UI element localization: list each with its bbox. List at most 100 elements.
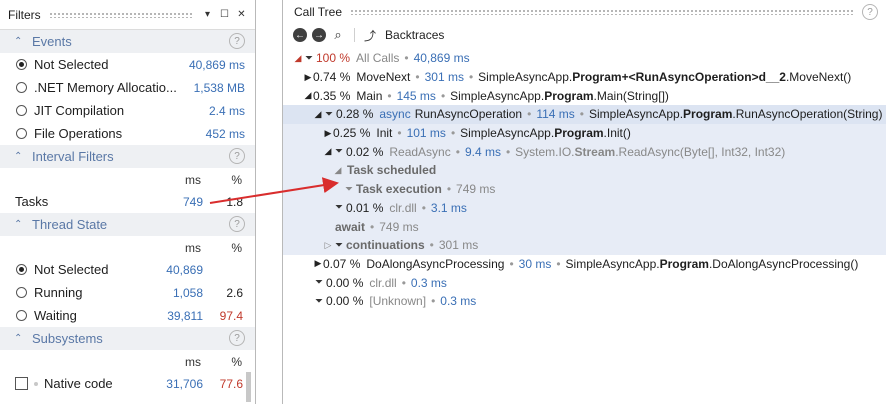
tree-row-continuations[interactable]: ▷ ⏷ continuations • 301 ms xyxy=(283,235,886,255)
section-thread-state[interactable]: ⌃ Thread State ? xyxy=(0,213,255,236)
backtraces-button[interactable]: Backtraces xyxy=(385,28,444,42)
expand-toggle-icon[interactable]: ▶ xyxy=(313,258,323,269)
filter-ms-value: 39,811 xyxy=(167,308,203,323)
tree-row-read-async[interactable]: ◢ ⏷ 0.02 % ReadAsync • 9.4 ms • System.I… xyxy=(283,142,886,162)
close-icon[interactable]: ✕ xyxy=(236,9,247,20)
backtraces-icon[interactable]: ⤴ xyxy=(364,27,376,44)
row-name: [Unknown] xyxy=(369,294,427,309)
expand-toggle-icon[interactable]: ▶ xyxy=(303,72,313,83)
search-icon[interactable]: ⌕ xyxy=(331,27,345,43)
filter-event-memory[interactable]: .NET Memory Allocatio... 1,538 MB xyxy=(0,76,255,99)
section-events[interactable]: ⌃ Events ? xyxy=(0,30,255,53)
filter-event-jit[interactable]: JIT Compilation 2.4 ms xyxy=(0,99,255,122)
help-icon[interactable]: ? xyxy=(229,33,245,49)
row-name: ReadAsync xyxy=(389,144,451,159)
filter-native-code[interactable]: Native code 31,706 77.6 xyxy=(0,372,255,395)
call-tree-title: Call Tree xyxy=(294,5,343,19)
expand-toggle-icon[interactable]: ◢ xyxy=(313,109,323,120)
maximize-icon[interactable]: ☐ xyxy=(219,9,230,20)
chevron-up-icon[interactable]: ⌃ xyxy=(14,151,32,162)
filter-thread-running[interactable]: Running 1,058 2.6 xyxy=(0,281,255,304)
filter-event-file-ops[interactable]: File Operations 452 ms xyxy=(0,122,255,145)
row-time: 30 ms xyxy=(518,256,552,271)
tree-row-unknown[interactable]: ⏷ 0.00 % [Unknown] • 0.3 ms xyxy=(283,292,886,311)
checkbox[interactable] xyxy=(15,377,28,390)
tree-row-movenext[interactable]: ▶ 0.74 % MoveNext • 301 ms • SimpleAsync… xyxy=(283,68,886,87)
tree-row-clr-dll-2[interactable]: ⏷ 0.00 % clr.dll • 0.3 ms xyxy=(283,273,886,292)
call-tree-toolbar: ← → ⌕ ⤴ Backtraces xyxy=(283,24,886,46)
expand-toggle-icon[interactable]: ◢ xyxy=(323,146,333,157)
row-keyword: async xyxy=(379,107,411,122)
chevron-up-icon[interactable]: ⌃ xyxy=(14,36,32,47)
bullet-icon xyxy=(34,381,38,386)
row-percent: 0.25 % xyxy=(333,126,371,141)
filter-tasks[interactable]: Tasks 749 1.8 xyxy=(0,190,255,213)
expand-toggle-icon[interactable]: ◢ xyxy=(303,90,313,101)
expand-toggle-icon[interactable]: ▷ xyxy=(323,240,333,251)
chevron-up-icon[interactable]: ⌃ xyxy=(14,333,32,344)
expand-toggle-icon[interactable]: ◢ xyxy=(293,53,303,64)
filter-label: Running xyxy=(34,285,83,300)
help-icon[interactable]: ? xyxy=(229,330,245,346)
row-separator: • xyxy=(404,51,409,66)
forward-icon[interactable]: → xyxy=(312,28,326,42)
section-subsystems[interactable]: ⌃ Subsystems ? xyxy=(0,327,255,350)
help-icon[interactable]: ? xyxy=(229,216,245,232)
row-separator: • xyxy=(579,107,584,122)
filter-pct-value: 77.6 xyxy=(219,376,243,391)
radio-button[interactable] xyxy=(16,59,27,70)
radio-button[interactable] xyxy=(16,82,27,93)
row-method: SimpleAsyncApp.Program.Main(String[]) xyxy=(450,88,669,103)
help-icon[interactable]: ? xyxy=(862,4,878,20)
drag-grip[interactable] xyxy=(48,11,194,18)
row-method: SimpleAsyncApp.Program+<RunAsyncOperatio… xyxy=(478,70,852,85)
expand-toggle-icon[interactable]: ▶ xyxy=(323,128,333,139)
row-separator: • xyxy=(415,70,420,85)
tree-row-await[interactable]: await • 749 ms xyxy=(283,217,886,236)
filter-pct-value: 2.6 xyxy=(226,285,243,300)
row-method: System.IO.Stream.ReadAsync(Byte[], Int32… xyxy=(515,144,786,159)
row-separator: • xyxy=(387,88,392,103)
tree-row-do-along-async[interactable]: ▶ 0.07 % DoAlongAsyncProcessing • 30 ms … xyxy=(283,255,886,274)
help-icon[interactable]: ? xyxy=(229,148,245,164)
funnel-icon: ⏷ xyxy=(345,183,353,195)
tree-row-init[interactable]: ▶ 0.25 % Init • 101 ms • SimpleAsyncApp.… xyxy=(283,123,886,143)
tree-row-main[interactable]: ◢ 0.35 % Main • 145 ms • SimpleAsyncApp.… xyxy=(283,86,886,105)
row-separator: • xyxy=(446,182,452,197)
tree-row-all-calls[interactable]: ◢ ⏷ 100 % All Calls • 40,869 ms xyxy=(283,49,886,68)
dropdown-icon[interactable]: ▾ xyxy=(202,9,213,20)
row-time: 101 ms xyxy=(406,126,446,141)
back-icon[interactable]: ← xyxy=(293,28,307,42)
row-name: MoveNext xyxy=(356,70,411,85)
filter-ms-value: 31,706 xyxy=(166,376,203,391)
section-interval-filters[interactable]: ⌃ Interval Filters ? xyxy=(0,145,255,168)
row-time: 0.3 ms xyxy=(410,275,447,290)
filter-ms-value: 749 xyxy=(182,194,203,209)
row-separator: • xyxy=(450,126,456,141)
filter-value: 40,869 ms xyxy=(188,57,245,72)
filter-thread-not-selected[interactable]: Not Selected 40,869 xyxy=(0,258,255,281)
expand-toggle-icon[interactable]: ◢ xyxy=(333,165,343,176)
tree-row-task-scheduled[interactable]: ◢ Task scheduled xyxy=(283,161,886,180)
radio-button[interactable] xyxy=(16,128,27,139)
call-tree-list: ◢ ⏷ 100 % All Calls • 40,869 ms ▶ 0.74 %… xyxy=(283,49,886,311)
thread-column-headers: ms % xyxy=(0,236,255,258)
radio-button[interactable] xyxy=(16,310,27,321)
row-time: 145 ms xyxy=(396,88,436,103)
scrollbar-thumb[interactable] xyxy=(246,372,251,402)
filter-label: Not Selected xyxy=(34,262,109,277)
filter-thread-waiting[interactable]: Waiting 39,811 97.4 xyxy=(0,304,255,327)
radio-button[interactable] xyxy=(16,287,27,298)
tree-row-clr-dll[interactable]: ⏷ 0.01 % clr.dll • 3.1 ms xyxy=(283,198,886,218)
radio-button[interactable] xyxy=(16,105,27,116)
filter-ms-value: 1,058 xyxy=(172,285,203,300)
row-method: SimpleAsyncApp.Program.Init() xyxy=(460,126,631,141)
radio-button[interactable] xyxy=(16,264,27,275)
section-subsystems-title: Subsystems xyxy=(32,331,103,346)
drag-grip[interactable] xyxy=(350,9,854,15)
tree-row-run-async-operation[interactable]: ◢ ⏷ 0.28 % async RunAsyncOperation • 114… xyxy=(283,105,886,124)
tree-row-task-execution[interactable]: ⏷ Task execution • 749 ms xyxy=(283,179,886,199)
column-ms: ms xyxy=(185,355,201,369)
filter-event-not-selected[interactable]: Not Selected 40,869 ms xyxy=(0,53,255,76)
chevron-up-icon[interactable]: ⌃ xyxy=(14,219,32,230)
